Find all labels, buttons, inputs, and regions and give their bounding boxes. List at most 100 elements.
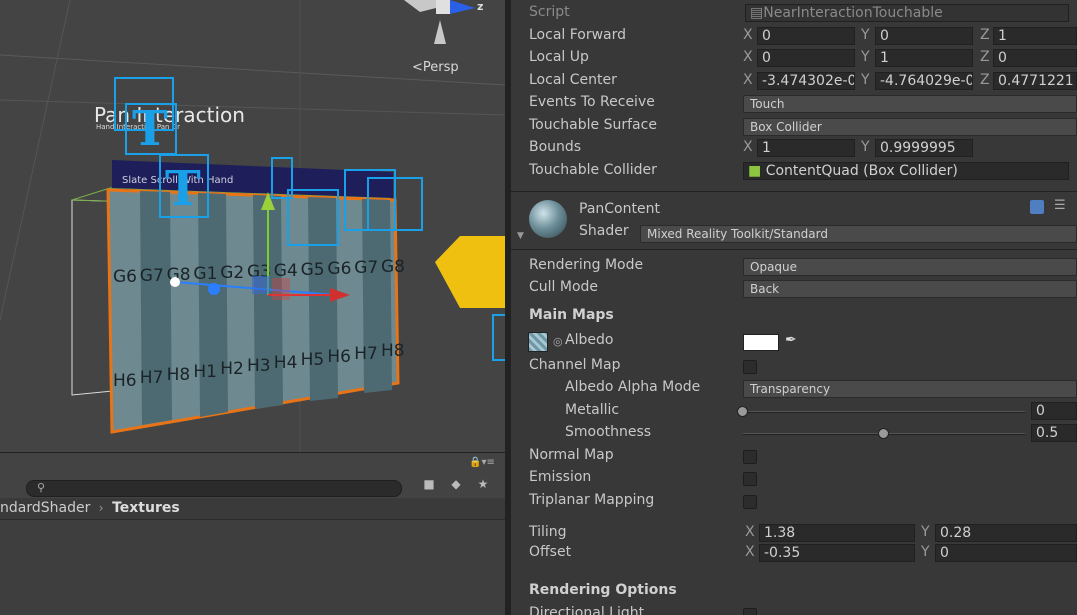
- axis-z-label: Z: [980, 27, 990, 43]
- text-gizmo-t-icon: T: [132, 101, 168, 157]
- local-up-y-input[interactable]: 1: [875, 49, 973, 67]
- local-up-x-input[interactable]: 0: [757, 49, 855, 67]
- material-preview-icon: [529, 200, 567, 238]
- local-forward-y-input[interactable]: 0: [875, 27, 973, 45]
- touchable-surface-label: Touchable Surface: [529, 117, 657, 133]
- touchable-surface-dropdown[interactable]: Box Collider: [743, 118, 1077, 136]
- tiling-label: Tiling: [529, 524, 567, 540]
- material-name: PanContent: [579, 201, 660, 217]
- offset-x-input[interactable]: -0.35: [759, 544, 915, 562]
- create-icon[interactable]: ■: [420, 477, 438, 495]
- breadcrumb: ndardShader › Textures: [0, 498, 505, 520]
- axis-x-label: X: [745, 544, 755, 560]
- local-center-z-input[interactable]: 0.4771221: [993, 72, 1077, 90]
- cull-mode-label: Cull Mode: [529, 279, 599, 295]
- channel-map-label: Channel Map: [529, 357, 621, 373]
- persp-label[interactable]: <Persp: [412, 60, 459, 75]
- pivot-icon: [170, 277, 180, 287]
- local-center-x-input[interactable]: -3.474302e-0: [757, 72, 855, 90]
- axis-y-label: Y: [861, 49, 870, 65]
- events-dropdown[interactable]: Touch: [743, 95, 1077, 113]
- rendering-options-header: Rendering Options: [529, 582, 677, 598]
- search-icon: ⚲: [37, 481, 46, 494]
- local-center-label: Local Center: [529, 72, 617, 88]
- bounds-y-input[interactable]: 0.9999995: [875, 139, 973, 157]
- bounds-x-input[interactable]: 1: [757, 139, 855, 157]
- offset-y-input[interactable]: 0: [935, 544, 1077, 562]
- local-forward-label: Local Forward: [529, 27, 627, 43]
- foldout-arrow-icon[interactable]: ▼: [517, 231, 524, 241]
- axis-z-label: Z: [980, 72, 990, 88]
- axis-x-label: X: [743, 49, 753, 65]
- metallic-slider[interactable]: [743, 411, 1025, 413]
- grid-label: G6: [327, 259, 351, 279]
- breadcrumb-parent[interactable]: ndardShader: [0, 500, 90, 516]
- svg-text:z: z: [477, 0, 483, 13]
- eyedropper-icon[interactable]: ✒: [785, 332, 797, 348]
- favorite-icon[interactable]: ★: [474, 477, 492, 495]
- local-forward-z-input[interactable]: 1: [993, 27, 1077, 45]
- albedo-alpha-label: Albedo Alpha Mode: [565, 379, 701, 395]
- script-field: ▤NearInteractionTouchable: [745, 4, 1069, 22]
- smoothness-input[interactable]: 0.5: [1031, 424, 1077, 442]
- object-picker-icon[interactable]: ◎: [553, 335, 563, 348]
- move-z-handle-icon[interactable]: [208, 283, 220, 295]
- grid-label: G6: [113, 267, 137, 287]
- albedo-texture-slot[interactable]: [528, 332, 548, 352]
- rendering-mode-label: Rendering Mode: [529, 257, 644, 273]
- grid-label: H3: [247, 356, 271, 376]
- grid-label: G8: [381, 257, 405, 277]
- axis-y-label: Y: [861, 27, 870, 43]
- grid-label: H6: [113, 371, 137, 391]
- scene-view[interactable]: Slate Scroll With Hand Pan Interaction H…: [0, 0, 505, 452]
- project-search-input[interactable]: ⚲: [26, 480, 402, 497]
- collider-cube-icon: ■: [748, 163, 762, 179]
- touchable-collider-field[interactable]: ■ ContentQuad (Box Collider): [743, 162, 1069, 180]
- axis-x-label: X: [743, 27, 753, 43]
- header-separator: [511, 249, 1077, 250]
- grid-label: H8: [381, 341, 405, 361]
- smoothness-slider-handle[interactable]: [878, 428, 889, 439]
- shader-dropdown[interactable]: Mixed Reality Toolkit/Standard: [640, 225, 1077, 243]
- metallic-input[interactable]: 0: [1031, 402, 1077, 420]
- bounds-label: Bounds: [529, 139, 582, 155]
- normal-map-label: Normal Map: [529, 447, 614, 463]
- script-label: Script: [529, 4, 570, 20]
- albedo-color-swatch[interactable]: [743, 334, 779, 351]
- lock-icon[interactable]: 🔒▾≡: [469, 457, 495, 468]
- orientation-gizmo-icon[interactable]: z: [404, 0, 483, 44]
- tiling-x-input[interactable]: 1.38: [759, 524, 915, 542]
- grid-label: H4: [274, 353, 298, 373]
- settings-sliders-icon[interactable]: ☰: [1054, 198, 1066, 213]
- metallic-slider-handle[interactable]: [737, 406, 748, 417]
- axis-y-label: Y: [921, 544, 930, 560]
- channel-map-checkbox[interactable]: [743, 360, 757, 374]
- grid-label: H1: [193, 362, 217, 382]
- grid-label: H5: [301, 350, 325, 370]
- smoothness-label: Smoothness: [565, 424, 652, 440]
- axis-z-label: Z: [980, 49, 990, 65]
- cull-mode-dropdown[interactable]: Back: [743, 280, 1077, 298]
- albedo-alpha-dropdown[interactable]: Transparency: [743, 380, 1077, 398]
- emission-label: Emission: [529, 469, 592, 485]
- axis-x-label: X: [743, 139, 753, 155]
- normal-map-checkbox[interactable]: [743, 450, 757, 464]
- emission-checkbox[interactable]: [743, 472, 757, 486]
- tiling-y-input[interactable]: 0.28: [935, 524, 1077, 542]
- rendering-mode-dropdown[interactable]: Opaque: [743, 258, 1077, 276]
- local-up-label: Local Up: [529, 49, 589, 65]
- grid-label: G7: [354, 258, 378, 278]
- breadcrumb-current[interactable]: Textures: [112, 500, 180, 516]
- grid-label: G5: [301, 260, 325, 280]
- help-icon[interactable]: [1030, 200, 1044, 214]
- local-forward-x-input[interactable]: 0: [757, 27, 855, 45]
- grid-label: G2: [220, 263, 244, 283]
- directional-light-label: Directional Light: [529, 605, 645, 615]
- directional-light-checkbox[interactable]: [743, 608, 757, 615]
- label-filter-icon[interactable]: ◆: [447, 477, 465, 495]
- albedo-label: Albedo: [565, 332, 614, 348]
- triplanar-checkbox[interactable]: [743, 495, 757, 509]
- local-up-z-input[interactable]: 0: [993, 49, 1077, 67]
- grid-label: H7: [140, 368, 164, 388]
- local-center-y-input[interactable]: -4.764029e-0: [875, 72, 973, 90]
